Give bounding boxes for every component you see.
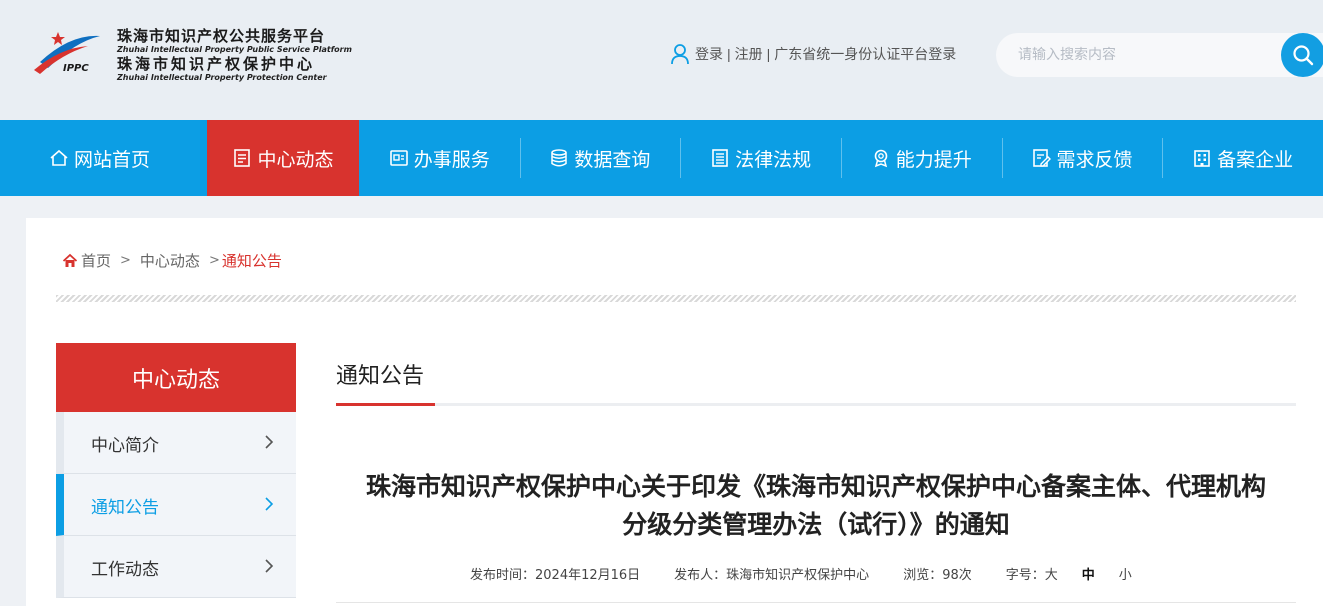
sidebar-item-notices[interactable]: 通知公告 bbox=[56, 474, 296, 536]
nav-label: 备案企业 bbox=[1217, 148, 1294, 171]
logo-text: 珠海市知识产权公共服务平台 Zhuhai Intellectual Proper… bbox=[117, 27, 352, 83]
user-icon bbox=[671, 44, 689, 65]
breadcrumb-home[interactable]: 首页 bbox=[81, 250, 111, 271]
section-divider-accent bbox=[336, 403, 435, 406]
book-icon bbox=[712, 149, 728, 167]
font-size-large-button[interactable]: 大 bbox=[1045, 564, 1058, 583]
article-meta: 发布时间：2024年12月16日 发布人：珠海市知识产权保护中心 浏览：98次 … bbox=[470, 564, 1132, 583]
award-icon bbox=[874, 149, 888, 168]
nav-label: 数据查询 bbox=[574, 148, 651, 171]
nav-label: 能力提升 bbox=[895, 148, 972, 171]
sidebar-item-label: 通知公告 bbox=[91, 498, 159, 518]
nav-label: 中心动态 bbox=[257, 148, 334, 171]
platform-name-cn: 珠海市知识产权公共服务平台 bbox=[117, 27, 326, 45]
breadcrumb-separator: > bbox=[120, 253, 131, 268]
nav-item-registered-companies[interactable]: 备案企业 bbox=[1162, 120, 1323, 196]
chevron-right-icon bbox=[265, 497, 274, 511]
view-count: 浏览：98次 bbox=[903, 568, 972, 583]
nav-item-laws[interactable]: 法律法规 bbox=[680, 120, 841, 196]
home-icon bbox=[50, 149, 68, 166]
register-link[interactable]: 注册 bbox=[735, 44, 763, 64]
nav-item-feedback[interactable]: 需求反馈 bbox=[1001, 120, 1163, 196]
search-button[interactable] bbox=[1281, 33, 1323, 77]
main-nav: 网站首页 中心动态 办事服务 数据查询 法律法规 能力提升 需求反馈 备案企业 bbox=[0, 120, 1323, 196]
article-title-line: 分级分类管理办法（试行）》的通知 bbox=[622, 510, 1010, 539]
nav-item-capability[interactable]: 能力提升 bbox=[840, 120, 1002, 196]
font-size-medium-button[interactable]: 中 bbox=[1082, 564, 1095, 583]
breadcrumb-current[interactable]: 通知公告 bbox=[222, 250, 282, 271]
nav-item-data-query[interactable]: 数据查询 bbox=[519, 120, 681, 196]
section-divider bbox=[336, 403, 1296, 406]
divider: | bbox=[727, 46, 731, 62]
meta-divider bbox=[336, 602, 1296, 603]
svg-text:IPPC: IPPC bbox=[63, 63, 89, 74]
nav-label: 需求反馈 bbox=[1056, 148, 1133, 171]
chevron-right-icon bbox=[265, 435, 274, 449]
nav-item-services[interactable]: 办事服务 bbox=[359, 120, 520, 196]
publisher: 发布人：珠海市知识产权保护中心 bbox=[674, 568, 870, 583]
center-name-cn: 珠海市知识产权保护中心 bbox=[117, 55, 316, 73]
nav-label: 法律法规 bbox=[735, 148, 812, 171]
login-link[interactable]: 登录 bbox=[695, 44, 723, 64]
hatched-divider bbox=[56, 295, 1296, 302]
site-header: IPPC 珠海市知识产权公共服务平台 Zhuhai Intellectual P… bbox=[0, 0, 1323, 120]
gd-unified-login-link[interactable]: 广东省统一身份认证平台登录 bbox=[774, 44, 956, 64]
breadcrumb: 首页 > 中心动态 > 通知公告 bbox=[62, 250, 282, 271]
search-input[interactable] bbox=[1018, 44, 1268, 66]
site-logo[interactable]: IPPC bbox=[30, 24, 120, 84]
section-title: 通知公告 bbox=[336, 364, 425, 389]
search-box bbox=[996, 33, 1323, 77]
nav-label: 网站首页 bbox=[74, 148, 151, 171]
center-name-en: Zhuhai Intellectual Property Protection … bbox=[117, 73, 327, 82]
logo-mark-icon: IPPC bbox=[34, 32, 100, 74]
document-icon bbox=[234, 149, 251, 167]
divider: | bbox=[766, 46, 771, 62]
building-icon bbox=[1194, 150, 1210, 167]
sidebar-item-label: 中心简介 bbox=[91, 436, 159, 456]
sidebar-item-about[interactable]: 中心简介 bbox=[56, 412, 296, 474]
nav-item-center-news[interactable]: 中心动态 bbox=[207, 120, 359, 196]
content-card: 首页 > 中心动态 > 通知公告 中心动态 中心简介 通知公告 工作动态 通知公… bbox=[26, 218, 1323, 606]
breadcrumb-separator: > bbox=[208, 253, 220, 268]
article-title: 珠海市知识产权保护中心关于印发《珠海市知识产权保护中心备案主体、代理机构 分级分… bbox=[336, 468, 1296, 544]
sidebar-item-label: 工作动态 bbox=[91, 560, 159, 580]
publish-time: 发布时间：2024年12月16日 bbox=[470, 568, 641, 583]
sidebar-title: 中心动态 bbox=[56, 343, 296, 412]
nav-label: 办事服务 bbox=[413, 148, 490, 171]
font-size-label: 字号： bbox=[1005, 568, 1045, 583]
font-size-small-button[interactable]: 小 bbox=[1119, 564, 1132, 583]
chevron-right-icon bbox=[265, 559, 274, 573]
user-links: 登录 | 注册 | 广东省统一身份认证平台登录 bbox=[670, 43, 956, 65]
home-icon bbox=[62, 253, 78, 267]
platform-name-en: Zhuhai Intellectual Property Public Serv… bbox=[117, 45, 352, 54]
database-icon bbox=[551, 149, 568, 167]
sidebar-item-work-news[interactable]: 工作动态 bbox=[56, 536, 296, 598]
search-icon bbox=[1293, 45, 1314, 66]
service-icon bbox=[389, 150, 408, 166]
feedback-icon bbox=[1033, 149, 1052, 167]
article-title-line: 珠海市知识产权保护中心关于印发《珠海市知识产权保护中心备案主体、代理机构 bbox=[365, 472, 1266, 501]
breadcrumb-center-news[interactable]: 中心动态 bbox=[140, 250, 200, 271]
nav-item-home[interactable]: 网站首页 bbox=[23, 120, 184, 196]
